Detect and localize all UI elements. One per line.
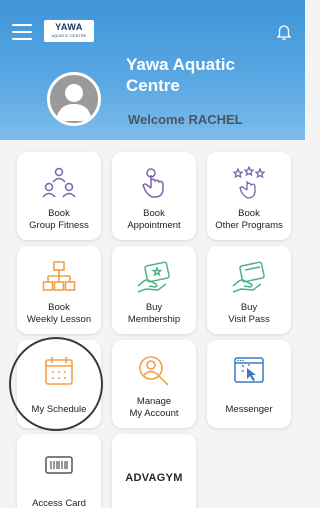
tile-label: Buy Visit Pass — [228, 302, 270, 325]
hand-touch-icon — [112, 166, 196, 200]
tile-label: Access Card — [32, 498, 86, 508]
hierarchy-icon — [17, 260, 101, 294]
tile-label: Book Weekly Lesson — [26, 302, 92, 325]
book-weekly-lesson-tile[interactable]: Book Weekly Lesson — [17, 246, 101, 334]
group-people-icon — [17, 166, 101, 200]
tile-label: Manage My Account — [129, 396, 179, 419]
logo-subtext: AQUATIC CENTRE — [51, 34, 87, 38]
buy-visit-pass-tile[interactable]: Buy Visit Pass — [207, 246, 291, 334]
app-logo: YAWA AQUATIC CENTRE — [44, 20, 94, 42]
user-search-icon — [112, 354, 196, 388]
manage-my-account-tile[interactable]: Manage My Account — [112, 340, 196, 428]
advagym-logo: ADVAGYM — [112, 461, 196, 495]
buy-membership-tile[interactable]: Buy Membership — [112, 246, 196, 334]
tile-label: Book Group Fitness — [29, 208, 89, 231]
book-group-fitness-tile[interactable]: Book Group Fitness — [17, 152, 101, 240]
hand-card-star-icon — [112, 260, 196, 294]
hamburger-menu-icon[interactable] — [12, 24, 32, 40]
tile-label: Buy Membership — [127, 302, 181, 325]
tile-label: My Schedule — [31, 404, 87, 415]
my-schedule-tile[interactable]: My Schedule — [17, 340, 101, 428]
tile-label: Book Other Programs — [215, 208, 283, 231]
messenger-tile[interactable]: Messenger — [207, 340, 291, 428]
screen-cursor-icon — [207, 354, 291, 388]
user-avatar-icon[interactable] — [47, 72, 101, 126]
book-appointment-tile[interactable]: Book Appointment — [112, 152, 196, 240]
tile-label: Messenger — [225, 404, 273, 415]
page-title: Yawa Aquatic Centre — [126, 55, 235, 95]
hand-card-icon — [207, 260, 291, 294]
bell-icon[interactable] — [275, 24, 293, 42]
logo-text: YAWA — [55, 22, 83, 32]
advagym-logo-text: ADVAGYM — [125, 472, 183, 484]
book-other-programs-tile[interactable]: Book Other Programs — [207, 152, 291, 240]
tile-label: Book Appointment — [127, 208, 181, 231]
advagym-tile[interactable]: ADVAGYM — [112, 434, 196, 508]
access-card-tile[interactable]: Access Card — [17, 434, 101, 508]
barcode-icon — [17, 448, 101, 482]
calendar-icon — [17, 354, 101, 388]
welcome-text: Welcome RACHEL — [128, 112, 243, 127]
hand-stars-icon — [207, 166, 291, 200]
